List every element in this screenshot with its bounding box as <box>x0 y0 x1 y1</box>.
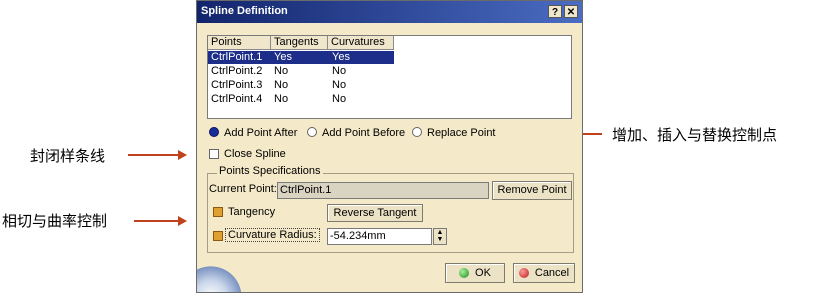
tangent-cell: Yes <box>274 51 292 63</box>
catia-logo-icon <box>197 263 243 292</box>
dialog-title: Spline Definition <box>201 5 288 17</box>
point-cell: CtrlPoint.3 <box>211 79 263 91</box>
close-spline-checkbox[interactable] <box>209 149 219 159</box>
column-header-curvatures[interactable]: Curvatures <box>328 36 394 50</box>
column-header-points[interactable]: Points <box>208 36 271 50</box>
reverse-tangent-button[interactable]: Reverse Tangent <box>327 204 423 222</box>
tangent-cell: No <box>274 79 289 91</box>
radio-indicator[interactable] <box>307 127 317 137</box>
table-row[interactable]: CtrlPoint.1 Yes Yes <box>208 51 394 64</box>
spline-definition-dialog: Spline Definition ? ✕ Points Tangents Cu… <box>196 0 583 293</box>
curvature-stepper[interactable]: ▲ ▼ <box>433 228 447 245</box>
curvature-checkbox[interactable] <box>213 231 223 241</box>
point-cell: CtrlPoint.4 <box>211 93 263 105</box>
table-row[interactable]: CtrlPoint.2 No No <box>208 65 394 78</box>
tangency-checkbox[interactable] <box>213 207 223 217</box>
points-specifications-label: Points Specifications <box>217 165 323 177</box>
annotation-tangency-curvature: 相切与曲率控制 <box>2 212 108 230</box>
curvature-cell: No <box>332 79 347 91</box>
curvature-cell: Yes <box>332 51 350 63</box>
curvature-cell: No <box>332 93 347 105</box>
curvature-radius-label: Curvature Radius: <box>225 228 320 242</box>
radio-label: Replace Point <box>427 127 496 139</box>
close-button[interactable]: ✕ <box>564 5 578 18</box>
curvature-radius-input[interactable]: -54.234mm <box>327 228 432 245</box>
annotation-close-spline: 封闭样条线 <box>30 147 106 165</box>
arrowhead-close-spline <box>178 150 187 160</box>
cancel-icon <box>518 268 529 279</box>
current-point-label: Current Point: <box>209 183 277 195</box>
tangency-label: Tangency <box>228 206 276 218</box>
curvature-cell: No <box>332 65 347 77</box>
table-row[interactable]: CtrlPoint.4 No No <box>208 93 394 106</box>
ok-button[interactable]: OK <box>445 263 505 283</box>
arrow-close-spline <box>128 154 178 156</box>
radio-indicator[interactable] <box>209 127 219 137</box>
current-point-field: CtrlPoint.1 <box>277 182 489 199</box>
annotation-add-insert-replace: 增加、插入与替换控制点 <box>612 126 778 144</box>
point-cell: CtrlPoint.1 <box>211 51 263 63</box>
close-spline-label: Close Spline <box>224 148 286 160</box>
radio-label: Add Point After <box>224 127 298 139</box>
arrow-tangency-curvature <box>134 220 178 222</box>
arrowhead-tangency-curvature <box>178 216 187 226</box>
tangent-cell: No <box>274 65 289 77</box>
title-bar[interactable]: Spline Definition ? ✕ <box>197 1 582 23</box>
step-down-icon[interactable]: ▼ <box>434 236 446 243</box>
points-table[interactable]: Points Tangents Curvatures CtrlPoint.1 Y… <box>207 35 572 119</box>
remove-point-button[interactable]: Remove Point <box>492 181 572 200</box>
table-row[interactable]: CtrlPoint.3 No No <box>208 79 394 92</box>
column-header-tangents[interactable]: Tangents <box>271 36 328 50</box>
help-button[interactable]: ? <box>548 5 562 18</box>
step-up-icon[interactable]: ▲ <box>434 229 446 236</box>
radio-indicator[interactable] <box>412 127 422 137</box>
cancel-label: Cancel <box>534 267 570 279</box>
cancel-button[interactable]: Cancel <box>513 263 575 283</box>
radio-label: Add Point Before <box>322 127 406 139</box>
ok-icon <box>459 268 470 279</box>
tangent-cell: No <box>274 93 289 105</box>
point-cell: CtrlPoint.2 <box>211 65 263 77</box>
ok-label: OK <box>475 267 491 279</box>
